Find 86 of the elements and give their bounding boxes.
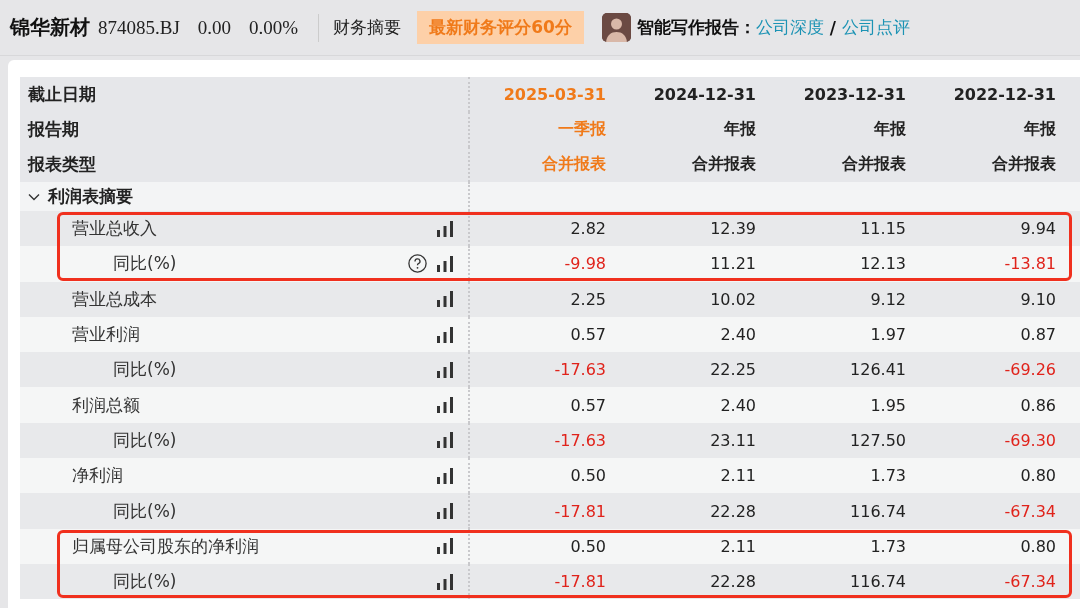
table-cell-text: -67.34 [1003, 571, 1057, 594]
table-cell-text: 11.21 [709, 253, 757, 276]
bar-chart-icon[interactable] [436, 538, 454, 555]
bar-chart-icon[interactable] [436, 573, 454, 590]
table-cell-text: -17.63 [553, 429, 607, 452]
table-cell-text: -17.81 [553, 500, 607, 523]
row-label: 营业总成本 [72, 287, 158, 311]
stock-code: 874085.BJ [98, 16, 180, 39]
table-cell-text: 9.10 [1019, 288, 1057, 311]
row-label: 营业利润 [72, 323, 141, 347]
table-cell-text: 23.11 [709, 429, 757, 452]
table-cell-text: 9.94 [1019, 218, 1057, 241]
table-cell-text: 0.57 [569, 324, 607, 347]
table-cell-text: 2.25 [569, 288, 607, 311]
column-header[interactable]: 年报 [620, 112, 770, 147]
bar-chart-icon[interactable] [436, 503, 454, 519]
table-cell-text: 1.95 [869, 394, 907, 417]
column-header[interactable]: 合并报表 [620, 147, 770, 182]
table-cell-text: 2.82 [569, 218, 607, 241]
table-cell-text: 116.74 [849, 571, 907, 594]
table-cell-text: 22.28 [709, 500, 757, 523]
row-label: 净利润 [72, 464, 124, 488]
table-cell-text: 1.97 [869, 324, 907, 347]
table-cell-text: 11.15 [859, 218, 907, 241]
column-header[interactable]: 年报 [770, 112, 920, 147]
column-header[interactable]: 2024-12-31 [620, 77, 770, 112]
avatar-icon [601, 13, 631, 42]
column-header[interactable]: 合并报表 [770, 147, 920, 182]
row-label: 同比(%) [113, 570, 178, 594]
table-cell-text: 22.25 [709, 359, 757, 382]
table-cell-text: 1.73 [869, 535, 907, 558]
row-label: 同比(%) [113, 428, 178, 452]
report-label: 智能写作报告： [636, 16, 756, 39]
table-cell-text: 0.80 [1019, 535, 1057, 558]
bar-chart-icon[interactable] [436, 432, 454, 449]
row-label: 同比(%) [113, 499, 178, 523]
bar-chart-icon[interactable] [436, 255, 454, 272]
table-cell-text: 2.11 [719, 535, 757, 558]
table-cell-text: 126.41 [849, 359, 907, 382]
table-cell-text: 2.11 [719, 465, 757, 488]
company-name: 锦华新材 [10, 14, 90, 41]
table-cell-text: 12.13 [859, 253, 907, 276]
table-cell-text: 12.39 [709, 218, 757, 241]
table-cell-text: -17.81 [553, 571, 607, 594]
table-cell-text: -69.26 [1003, 359, 1057, 382]
chevron-icon[interactable] [28, 192, 40, 201]
table-cell-text: 127.50 [849, 429, 907, 452]
section-label: 利润表摘要 [48, 185, 133, 208]
table-cell-text: 0.87 [1019, 324, 1057, 347]
bar-chart-icon[interactable] [436, 361, 454, 378]
table-cell-text: -17.63 [553, 359, 607, 382]
row-label: 同比(%) [113, 252, 178, 276]
bar-chart-icon[interactable] [436, 467, 454, 484]
column-header[interactable]: 2022-12-31 [920, 77, 1070, 112]
table-cell-text: 2.40 [719, 324, 757, 347]
table-cell-text: 0.86 [1019, 394, 1057, 417]
table-cell-text: 116.74 [849, 500, 907, 523]
bar-chart-icon[interactable] [436, 220, 454, 237]
table-cell-text: 0.80 [1019, 465, 1057, 488]
row-label: 归属母公司股东的净利润 [72, 534, 260, 558]
table-cell-text: 0.57 [569, 394, 607, 417]
table-cell-text: 9.12 [869, 288, 907, 311]
table-cell-text: -67.34 [1003, 500, 1057, 523]
bar-chart-icon[interactable] [436, 326, 454, 343]
section-title[interactable]: 财务摘要 [333, 16, 402, 39]
table-cell-text: -69.30 [1003, 429, 1057, 452]
column-header[interactable]: 合并报表 [920, 147, 1070, 182]
help-icon[interactable] [408, 254, 427, 274]
row-label: 利润总额 [72, 393, 141, 417]
table-cell-text: -9.98 [563, 253, 607, 276]
table-cell-text: 2.40 [719, 394, 757, 417]
bar-chart-icon[interactable] [436, 397, 454, 414]
column-header[interactable]: 2023-12-31 [770, 77, 920, 112]
table-cell-text: -13.81 [1003, 253, 1057, 276]
row-label: 营业总收入 [72, 217, 158, 241]
table-cell-text: 22.28 [709, 571, 757, 594]
table-cell-text: 1.73 [869, 465, 907, 488]
column-header[interactable]: 年报 [920, 112, 1070, 147]
table-cell-text: 0.50 [569, 535, 607, 558]
link-separator: / [829, 17, 837, 38]
bar-chart-icon[interactable] [436, 291, 454, 308]
price-change: 0.00% [249, 16, 299, 39]
table-cell-text: 0.50 [569, 465, 607, 488]
stock-price: 0.00 [197, 16, 232, 39]
row-label: 同比(%) [113, 358, 178, 382]
table-cell-text: 10.02 [709, 288, 757, 311]
